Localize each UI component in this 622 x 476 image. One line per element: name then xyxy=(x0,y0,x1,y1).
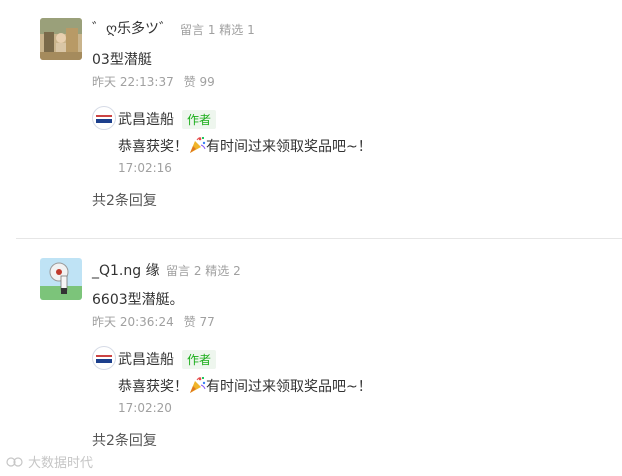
show-replies-link[interactable]: 共2条回复 xyxy=(92,430,157,450)
comment-time: 昨天 22:13:37 xyxy=(92,75,174,89)
author-badge: 作者 xyxy=(182,110,217,129)
avatar-image xyxy=(40,18,82,60)
divider xyxy=(16,238,622,239)
reply-text-before: 恭喜获奖！ xyxy=(118,379,188,395)
author-name: 武昌造船 xyxy=(118,352,174,368)
watermark-logo-icon xyxy=(6,457,23,467)
author-name: 武昌造船 xyxy=(118,112,174,128)
author-avatar xyxy=(92,106,116,130)
like-count[interactable]: 赞 77 xyxy=(184,315,215,329)
watermark-text: 大数据时代 xyxy=(28,456,94,471)
avatar[interactable] xyxy=(40,258,82,300)
comment-text: 03型潜艇 xyxy=(92,52,152,68)
user-stats: 留言 2 精选 2 xyxy=(166,264,241,278)
shipyard-logo-icon xyxy=(96,355,112,363)
like-count[interactable]: 赞 99 xyxy=(184,75,215,89)
shipyard-logo-icon xyxy=(96,115,112,123)
party-popper-icon xyxy=(190,377,206,393)
watermark: 大数据时代 xyxy=(6,452,93,471)
author-reply-text: 恭喜获奖！ 有时间过来领取奖品吧~！ xyxy=(118,136,372,156)
nickname: ゛ღ乐多ツ゛ xyxy=(92,21,174,37)
reply-time: 17:02:20 xyxy=(118,401,172,415)
comment-time: 昨天 20:36:24 xyxy=(92,315,174,329)
comment-text: 6603型潜艇。 xyxy=(92,292,184,308)
author-reply-text: 恭喜获奖！ 有时间过来领取奖品吧~！ xyxy=(118,376,372,396)
author-avatar xyxy=(92,346,116,370)
reply-time: 17:02:16 xyxy=(118,161,172,175)
comment-meta: 昨天 20:36:24 赞 77 xyxy=(92,313,215,330)
author-badge: 作者 xyxy=(182,350,217,369)
party-popper-icon xyxy=(190,137,206,153)
nickname: _Q1.ng 缘 xyxy=(92,263,160,279)
avatar-image xyxy=(40,258,82,300)
user-stats: 留言 1 精选 1 xyxy=(180,23,255,37)
reply-text-after: 有时间过来领取奖品吧~！ xyxy=(206,379,372,395)
reply-text-before: 恭喜获奖！ xyxy=(118,139,188,155)
reply-text-after: 有时间过来领取奖品吧~！ xyxy=(206,139,372,155)
comment-meta: 昨天 22:13:37 赞 99 xyxy=(92,73,215,90)
avatar[interactable] xyxy=(40,18,82,60)
show-replies-link[interactable]: 共2条回复 xyxy=(92,190,157,210)
